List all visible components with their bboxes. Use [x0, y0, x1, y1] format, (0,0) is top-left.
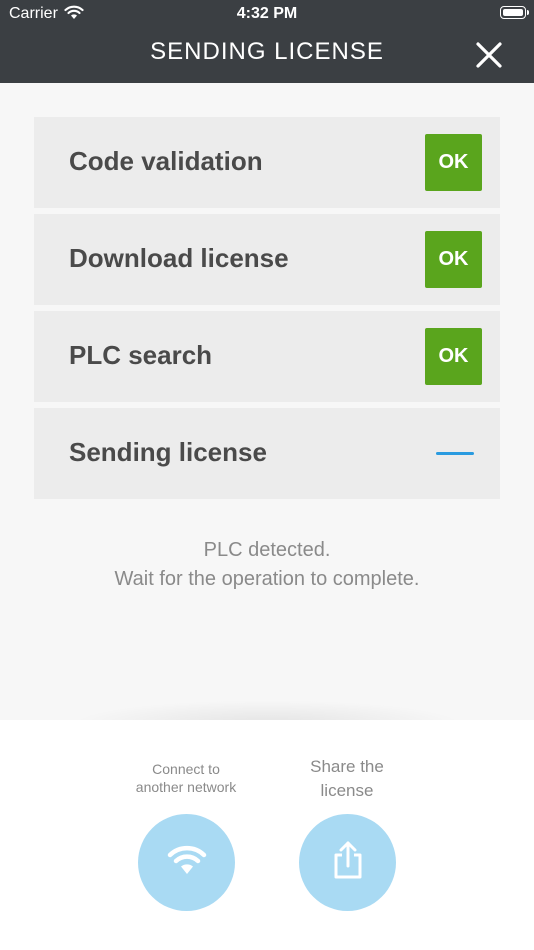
close-icon[interactable] [474, 40, 504, 70]
step-plc-search: PLC search OK [34, 311, 500, 402]
ok-badge: OK [425, 231, 482, 288]
connect-action-label: Connect to another network [120, 760, 252, 796]
status-bar: Carrier 4:32 PM [0, 0, 534, 28]
step-label: Download license [69, 243, 289, 273]
progress-indicator [436, 452, 474, 455]
share-icon [331, 840, 365, 885]
connect-label-line2: another network [135, 779, 237, 795]
share-license-button[interactable] [299, 814, 396, 911]
steps-list: Code validation OK Download license OK P… [34, 117, 500, 505]
step-label: Sending license [69, 437, 267, 467]
step-sending-license: Sending license [34, 408, 500, 499]
status-message-line2: Wait for the operation to complete. [114, 568, 420, 590]
step-code-validation: Code validation OK [34, 117, 500, 208]
page-title: SENDING LICENSE [150, 38, 384, 65]
step-label: PLC search [69, 340, 213, 370]
connect-label-line1: Connect to [152, 761, 220, 777]
status-message: PLC detected. Wait for the operation to … [0, 536, 534, 594]
step-download-license: Download license OK [34, 214, 500, 305]
bottom-action-panel [0, 720, 534, 950]
share-label-line1: Share the [310, 757, 384, 776]
ok-badge: OK [425, 134, 482, 191]
share-action-label: Share the license [282, 755, 412, 803]
header-bar: SENDING LICENSE [0, 28, 534, 83]
ok-badge: OK [425, 328, 482, 385]
wifi-icon [167, 844, 207, 881]
battery-icon [500, 6, 529, 19]
connect-network-button[interactable] [138, 814, 235, 911]
status-time: 4:32 PM [236, 5, 298, 22]
share-label-line2: license [320, 781, 374, 800]
step-label: Code validation [69, 146, 263, 176]
status-message-line1: PLC detected. [203, 539, 331, 561]
